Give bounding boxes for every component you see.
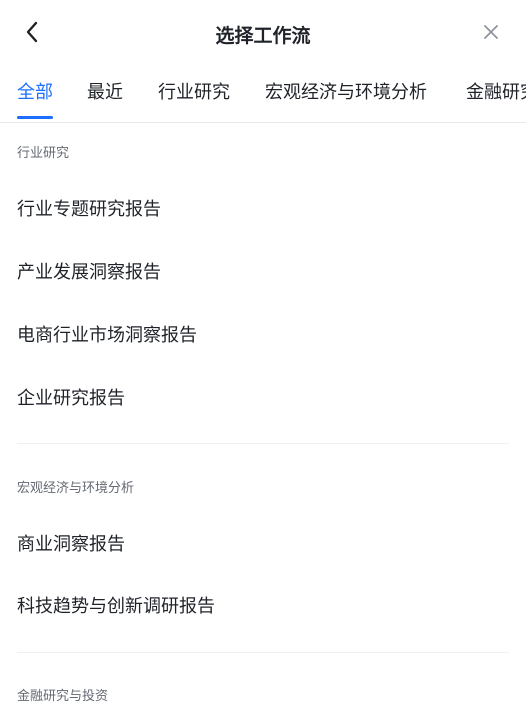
tab-macro-economy[interactable]: 宏观经济与环境分析 bbox=[265, 80, 427, 106]
workflow-item[interactable]: 企业研究报告 bbox=[17, 386, 125, 412]
close-button[interactable] bbox=[478, 19, 504, 45]
tab-finance-research[interactable]: 金融研究 bbox=[466, 80, 526, 106]
section-header-industry-research: 行业研究 bbox=[17, 146, 70, 161]
page-title: 选择工作流 bbox=[215, 25, 311, 47]
category-tabs: 全部 最近 行业研究 宏观经济与环境分析 金融研究 bbox=[0, 64, 526, 123]
tab-industry-research[interactable]: 行业研究 bbox=[158, 80, 230, 106]
active-tab-indicator bbox=[17, 116, 53, 119]
tab-recent[interactable]: 最近 bbox=[87, 80, 123, 106]
workflow-item[interactable]: 电商行业市场洞察报告 bbox=[17, 323, 197, 349]
section-header-macro-economy: 宏观经济与环境分析 bbox=[17, 481, 135, 496]
workflow-item[interactable]: 行业专题研究报告 bbox=[17, 197, 161, 223]
workflow-item[interactable]: 产业发展洞察报告 bbox=[17, 260, 161, 286]
header-bar: 选择工作流 bbox=[0, 0, 526, 64]
section-header-finance-investment: 金融研究与投资 bbox=[17, 689, 109, 704]
close-icon bbox=[484, 25, 498, 39]
section-divider bbox=[17, 652, 509, 653]
section-divider bbox=[17, 443, 509, 444]
tab-all[interactable]: 全部 bbox=[17, 80, 53, 106]
workflow-item[interactable]: 商业洞察报告 bbox=[17, 532, 125, 558]
workflow-item[interactable]: 科技趋势与创新调研报告 bbox=[17, 594, 215, 620]
